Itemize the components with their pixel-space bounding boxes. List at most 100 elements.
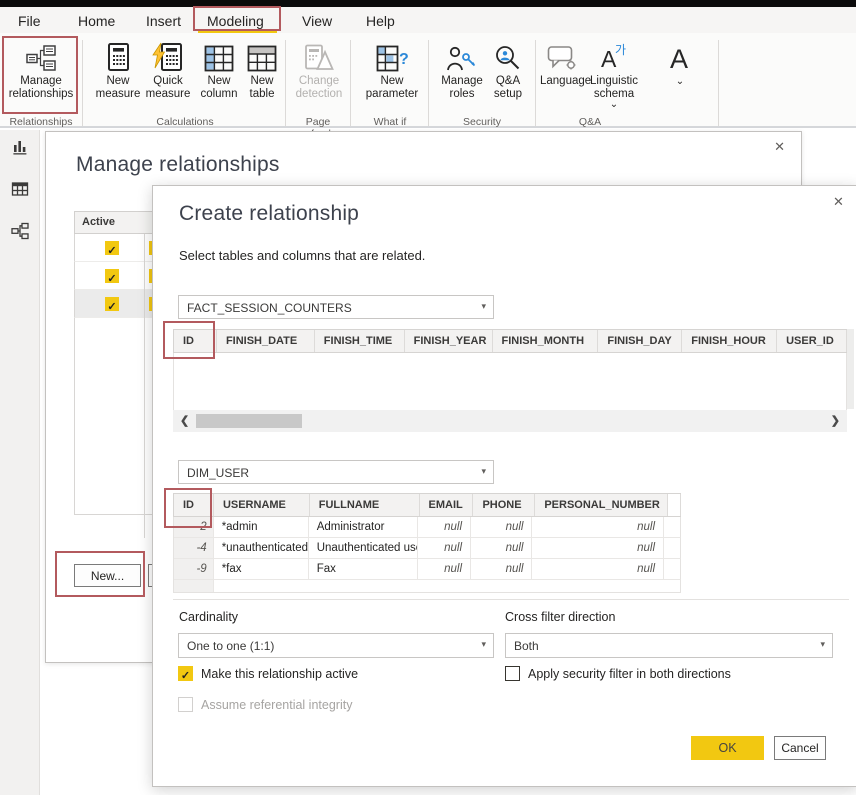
qa-setup-button[interactable]: Language bbox=[540, 38, 584, 116]
cross-filter-select[interactable]: Both ▾ bbox=[505, 633, 833, 658]
option-security-filter: Apply security filter in both directions bbox=[505, 666, 731, 681]
create-dialog-subtitle: Select tables and columns that are relat… bbox=[179, 248, 425, 263]
make-active-checkbox[interactable]: ✓ bbox=[178, 666, 193, 681]
table2-col-phone[interactable]: PHONE bbox=[473, 494, 535, 516]
table2-col-filler bbox=[668, 494, 681, 516]
powerbi-window: File Home Insert Modeling View Help Mana… bbox=[0, 0, 856, 795]
table2-header-row: ID USERNAME FULLNAME EMAIL PHONE PERSONA… bbox=[173, 493, 681, 517]
language-button[interactable]: A가 Linguistic schema ⌄ bbox=[586, 38, 642, 116]
linguistic-schema-button[interactable]: A ⌄ bbox=[648, 38, 712, 116]
cardinality-label: Cardinality bbox=[179, 610, 238, 624]
table2-selected-value: DIM_USER bbox=[187, 466, 249, 480]
table-row[interactable]: -4 *unauthenticated Unauthenticated user… bbox=[173, 538, 681, 559]
manage-relationships-button[interactable]: Manage relationships bbox=[4, 38, 78, 116]
new-relationship-button[interactable]: New... bbox=[74, 564, 141, 587]
table2-col-personal-number[interactable]: PERSONAL_NUMBER bbox=[535, 494, 668, 516]
ribbon: Manage relationships New measure Quick m… bbox=[0, 33, 856, 128]
table2-col-fullname[interactable]: FULLNAME bbox=[310, 494, 420, 516]
group-label-qa: Q&A bbox=[560, 116, 620, 128]
table-column-icon bbox=[196, 38, 242, 72]
window-title-bar bbox=[0, 0, 856, 7]
group-separator bbox=[350, 40, 351, 126]
cancel-button[interactable]: Cancel bbox=[774, 736, 826, 760]
cross-filter-label: Cross filter direction bbox=[505, 610, 615, 624]
dropdown-arrow-icon: ▾ bbox=[481, 301, 486, 312]
language-icon: A가 bbox=[586, 38, 642, 72]
security-filter-checkbox[interactable] bbox=[505, 666, 520, 681]
group-separator bbox=[82, 40, 83, 126]
table1-preview: ID FINISH_DATE FINISH_TIME FINISH_YEAR F… bbox=[173, 329, 847, 432]
active-checkbox[interactable]: ✓ bbox=[105, 241, 119, 255]
speech-bubble-gear-icon bbox=[540, 38, 584, 72]
table1-col-finish-hour[interactable]: FINISH_HOUR bbox=[682, 330, 777, 352]
table2-col-username[interactable]: USERNAME bbox=[214, 494, 310, 516]
table1-col-finish-date[interactable]: FINISH_DATE bbox=[217, 330, 315, 352]
relationships-table: Active ✓ ✓ ✓ bbox=[74, 211, 161, 515]
create-relationship-dialog: Create relationship ✕ Select tables and … bbox=[152, 185, 856, 787]
table1-col-finish-day[interactable]: FINISH_DAY bbox=[598, 330, 682, 352]
table1-select[interactable]: FACT_SESSION_COUNTERS ▾ bbox=[178, 295, 494, 319]
group-separator bbox=[535, 40, 536, 126]
new-column-button[interactable]: New column bbox=[196, 38, 242, 116]
scrollbar-thumb[interactable] bbox=[196, 414, 302, 428]
manage-roles-button[interactable]: Manage roles bbox=[436, 38, 488, 116]
table2-empty-row bbox=[173, 580, 681, 593]
magnifier-person-icon bbox=[490, 38, 526, 72]
close-icon[interactable]: ✕ bbox=[774, 140, 785, 154]
chevron-down-icon: ⌄ bbox=[676, 76, 684, 87]
relationship-row[interactable]: ✓ bbox=[74, 262, 161, 290]
table1-col-id[interactable]: ID bbox=[174, 330, 217, 352]
active-checkbox[interactable]: ✓ bbox=[105, 269, 119, 283]
group-label-relationships: Relationships bbox=[4, 116, 78, 128]
cardinality-select[interactable]: One to one (1:1) ▾ bbox=[178, 633, 494, 658]
active-column-header: Active bbox=[74, 211, 161, 234]
menu-insert[interactable]: Insert bbox=[146, 13, 181, 29]
data-view-icon[interactable] bbox=[11, 180, 29, 198]
table1-vertical-scrollbar[interactable] bbox=[847, 329, 854, 409]
dropdown-arrow-icon: ▾ bbox=[820, 639, 825, 650]
model-view-icon[interactable] bbox=[11, 222, 29, 240]
table1-header-row: ID FINISH_DATE FINISH_TIME FINISH_YEAR F… bbox=[173, 329, 847, 353]
manage-relationships-icon bbox=[4, 38, 78, 72]
group-separator bbox=[718, 40, 719, 126]
table-row[interactable]: -9 *fax Fax null null null bbox=[173, 559, 681, 580]
person-key-icon bbox=[436, 38, 488, 72]
table1-col-finish-year[interactable]: FINISH_YEAR bbox=[405, 330, 493, 352]
table2-col-email[interactable]: EMAIL bbox=[420, 494, 474, 516]
table1-horizontal-scrollbar[interactable]: ❮ ❯ bbox=[173, 410, 847, 432]
table-empty-area bbox=[74, 318, 161, 515]
scroll-left-icon[interactable]: ❮ bbox=[180, 414, 189, 427]
quick-measure-button[interactable]: Quick measure bbox=[142, 38, 194, 116]
new-parameter-button[interactable]: ? New parameter bbox=[360, 38, 424, 116]
table-icon bbox=[242, 38, 282, 72]
close-icon[interactable]: ✕ bbox=[833, 195, 844, 209]
view-as-button[interactable]: Q&A setup bbox=[490, 38, 526, 116]
relationship-row-selected[interactable]: ✓ bbox=[74, 290, 161, 318]
menu-help[interactable]: Help bbox=[366, 13, 395, 29]
menu-file[interactable]: File bbox=[18, 13, 41, 29]
calculator-icon bbox=[92, 38, 144, 72]
table2-col-id[interactable]: ID bbox=[174, 494, 214, 516]
menu-modeling[interactable]: Modeling bbox=[207, 13, 264, 29]
table2-select[interactable]: DIM_USER ▾ bbox=[178, 460, 494, 484]
table1-col-user-id[interactable]: USER_ID bbox=[777, 330, 847, 352]
ok-button[interactable]: OK bbox=[691, 736, 764, 760]
table1-selected-value: FACT_SESSION_COUNTERS bbox=[187, 301, 352, 315]
svg-text:가: 가 bbox=[615, 43, 626, 57]
active-checkbox[interactable]: ✓ bbox=[105, 297, 119, 311]
relationship-row[interactable]: ✓ bbox=[74, 234, 161, 262]
linguistic-schema-icon: A bbox=[648, 38, 712, 72]
svg-text:A: A bbox=[670, 44, 688, 72]
menu-view[interactable]: View bbox=[302, 13, 332, 29]
change-detection-button: Change detection bbox=[290, 38, 348, 116]
table1-col-finish-time[interactable]: FINISH_TIME bbox=[315, 330, 405, 352]
new-table-button[interactable]: New table bbox=[242, 38, 282, 116]
table1-col-finish-month[interactable]: FINISH_MONTH bbox=[493, 330, 599, 352]
table-row[interactable]: -2 *admin Administrator null null null bbox=[173, 517, 681, 538]
scroll-right-icon[interactable]: ❯ bbox=[831, 414, 840, 427]
menu-home[interactable]: Home bbox=[78, 13, 115, 29]
option-make-active: ✓ Make this relationship active bbox=[178, 666, 358, 681]
new-measure-button[interactable]: New measure bbox=[92, 38, 144, 116]
group-separator bbox=[285, 40, 286, 126]
report-view-icon[interactable] bbox=[11, 138, 29, 156]
